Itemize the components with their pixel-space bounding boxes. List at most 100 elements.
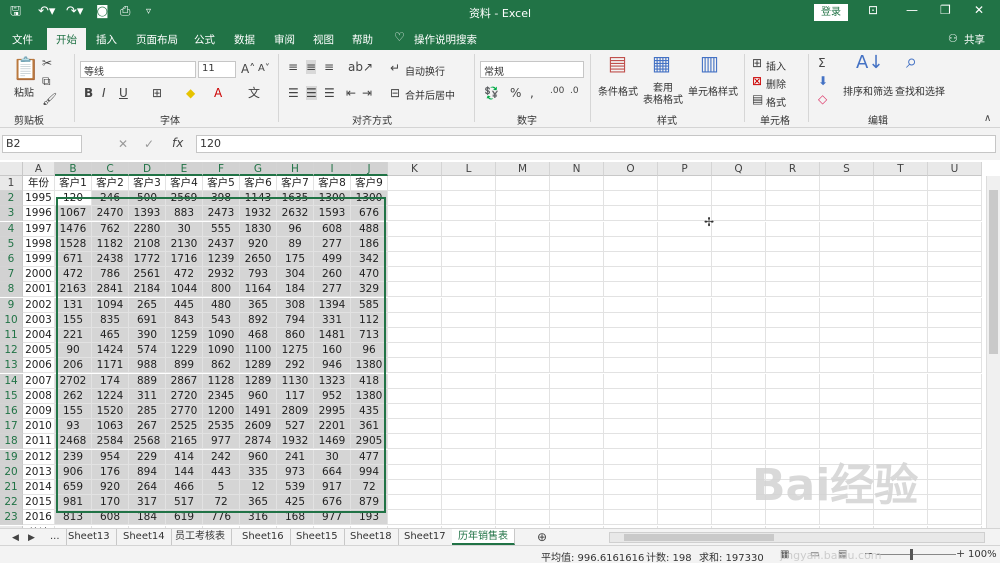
cell-Q12[interactable] (712, 343, 766, 359)
cell-D12[interactable]: 574 (129, 343, 166, 359)
cell-S8[interactable] (820, 282, 874, 298)
cell-L4[interactable] (442, 221, 496, 237)
cell-L3[interactable] (442, 206, 496, 222)
cell-H4[interactable]: 96 (277, 221, 314, 237)
cell-D4[interactable]: 2280 (129, 221, 166, 237)
cell-O15[interactable] (604, 388, 658, 404)
cell-J7[interactable]: 470 (351, 267, 388, 283)
cell-J22[interactable]: 879 (351, 495, 388, 511)
cell-J6[interactable]: 342 (351, 252, 388, 267)
cell-F1[interactable]: 客户5 (203, 176, 240, 191)
cell-D2[interactable]: 500 (129, 191, 166, 207)
worksheet-grid[interactable]: ABCDEFGHIJKLMNOPQRSTU 1 年份 客户1 客户2 客户3 客户4 客户5… (0, 160, 1000, 528)
cell-T9[interactable] (874, 297, 928, 313)
cell-N18[interactable] (550, 434, 604, 450)
cell-L19[interactable] (442, 449, 496, 465)
cell-G8[interactable]: 1164 (240, 282, 277, 298)
cell-S3[interactable] (820, 206, 874, 222)
cell-U1[interactable] (928, 176, 982, 191)
wrap-text-icon[interactable]: ↵ (390, 61, 400, 75)
cell-R11[interactable] (766, 328, 820, 343)
cell-R10[interactable] (766, 312, 820, 328)
cell-B12[interactable]: 90 (55, 343, 92, 359)
cell-A8[interactable]: 2001 (23, 282, 55, 298)
cell-A11[interactable]: 2004 (23, 328, 55, 343)
row-header-22[interactable]: 22 (0, 495, 23, 511)
cell-J9[interactable]: 585 (351, 297, 388, 313)
cell-T5[interactable] (874, 236, 928, 252)
cell-B2[interactable]: 120 (55, 191, 92, 207)
cell-R17[interactable] (766, 419, 820, 435)
cell-B22[interactable]: 981 (55, 495, 92, 511)
cell-S20[interactable] (820, 464, 874, 480)
cell-O18[interactable] (604, 434, 658, 450)
column-header-L[interactable]: L (442, 162, 496, 176)
column-header-U[interactable]: U (928, 162, 982, 176)
cell-N11[interactable] (550, 328, 604, 343)
cell-L16[interactable] (442, 404, 496, 419)
cell-T19[interactable] (874, 449, 928, 465)
cell-R2[interactable] (766, 191, 820, 207)
cell-M13[interactable] (496, 358, 550, 374)
cell-A21[interactable]: 2014 (23, 480, 55, 495)
cell-L18[interactable] (442, 434, 496, 450)
cell-A2[interactable]: 1995 (23, 191, 55, 207)
cell-O19[interactable] (604, 449, 658, 465)
zoom-slider[interactable] (876, 554, 956, 555)
orientation-icon[interactable]: ab↗ (348, 60, 373, 74)
cell-H18[interactable]: 1932 (277, 434, 314, 450)
page-layout-view-icon[interactable]: ▭ (810, 548, 819, 562)
cell-E11[interactable]: 1259 (166, 328, 203, 343)
cell-F11[interactable]: 1090 (203, 328, 240, 343)
cell-K7[interactable] (388, 267, 442, 283)
cell-L8[interactable] (442, 282, 496, 298)
cell-G5[interactable]: 920 (240, 236, 277, 252)
cell-C13[interactable]: 1171 (92, 358, 129, 374)
collapse-ribbon-icon[interactable]: ∧ (984, 112, 991, 126)
cell-I14[interactable]: 1323 (314, 373, 351, 389)
next-sheet-icon[interactable]: ▶ (28, 531, 35, 545)
cell-O2[interactable] (604, 191, 658, 207)
cell-L14[interactable] (442, 373, 496, 389)
cell-B7[interactable]: 472 (55, 267, 92, 283)
cell-C20[interactable]: 176 (92, 464, 129, 480)
cell-T21[interactable] (874, 480, 928, 495)
cell-B6[interactable]: 671 (55, 252, 92, 267)
wrap-text-button[interactable]: 自动换行 (405, 63, 445, 78)
cell-H3[interactable]: 2632 (277, 206, 314, 222)
cell-T17[interactable] (874, 419, 928, 435)
cell-C15[interactable]: 1224 (92, 388, 129, 404)
cell-K1[interactable] (388, 176, 442, 191)
align-left-icon[interactable]: ☰ (288, 86, 299, 100)
cell-A14[interactable]: 2007 (23, 373, 55, 389)
cell-Q3[interactable] (712, 206, 766, 222)
cell-F2[interactable]: 398 (203, 191, 240, 207)
cell-C4[interactable]: 762 (92, 221, 129, 237)
ribbon-display-icon[interactable]: ⊡ (868, 3, 878, 17)
cell-Q6[interactable] (712, 252, 766, 267)
cell-D5[interactable]: 2108 (129, 236, 166, 252)
cell-K21[interactable] (388, 480, 442, 495)
cell-T23[interactable] (874, 510, 928, 526)
cell-B20[interactable]: 906 (55, 464, 92, 480)
cell-P11[interactable] (658, 328, 712, 343)
cell-U17[interactable] (928, 419, 982, 435)
zoom-slider-thumb[interactable] (910, 549, 913, 560)
column-header-S[interactable]: S (820, 162, 874, 176)
cell-G13[interactable]: 1289 (240, 358, 277, 374)
cell-D10[interactable]: 691 (129, 312, 166, 328)
prev-sheet-icon[interactable]: ◀ (12, 531, 19, 545)
cell-I9[interactable]: 1394 (314, 297, 351, 313)
column-header-O[interactable]: O (604, 162, 658, 176)
cell-Q17[interactable] (712, 419, 766, 435)
row-header-9[interactable]: 9 (0, 297, 23, 313)
cell-S4[interactable] (820, 221, 874, 237)
cell-M14[interactable] (496, 373, 550, 389)
cell-D19[interactable]: 229 (129, 449, 166, 465)
cell-D6[interactable]: 1772 (129, 252, 166, 267)
cell-B9[interactable]: 131 (55, 297, 92, 313)
cell-U13[interactable] (928, 358, 982, 374)
cell-K17[interactable] (388, 419, 442, 435)
cell-E15[interactable]: 2720 (166, 388, 203, 404)
cell-J14[interactable]: 418 (351, 373, 388, 389)
